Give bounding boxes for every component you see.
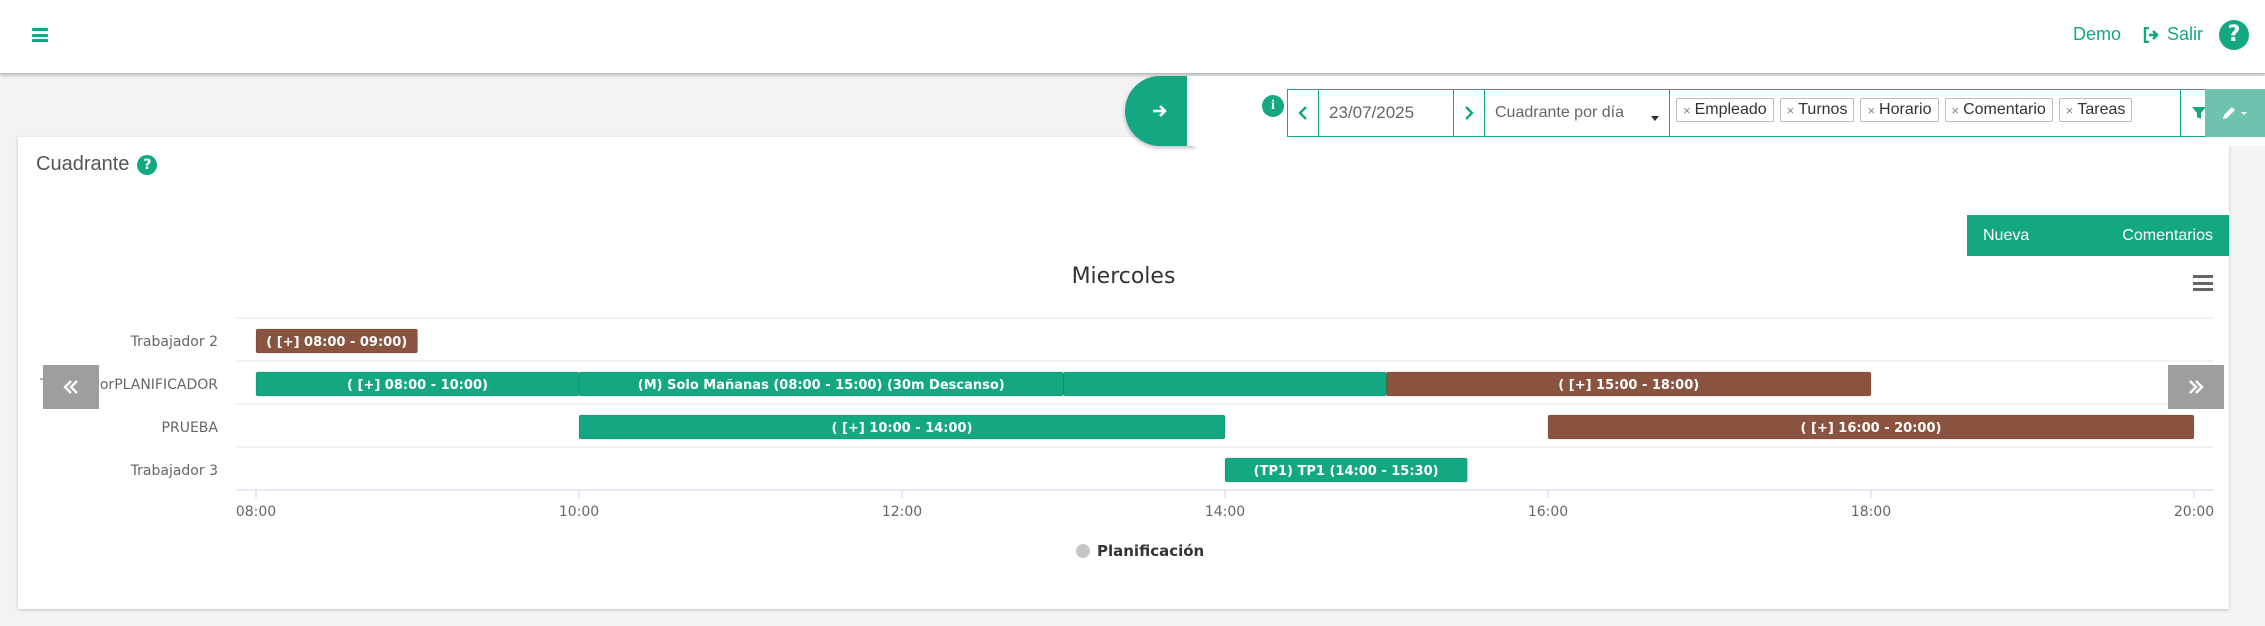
- remove-chip-icon[interactable]: ×: [1952, 103, 1960, 118]
- task-label: ( [+] 08:00 - 09:00): [266, 335, 407, 350]
- task-label: ( [+] 15:00 - 18:00): [1558, 378, 1699, 393]
- x-tick-label: 08:00: [236, 504, 276, 520]
- help-icon[interactable]: ?: [2219, 20, 2249, 50]
- row-label: PRUEBA: [162, 420, 219, 436]
- view-select-value: Cuadrante por día: [1495, 104, 1624, 121]
- remove-chip-icon[interactable]: ×: [2066, 103, 2074, 118]
- remove-chip-icon[interactable]: ×: [1867, 103, 1875, 118]
- x-tick-label: 14:00: [1205, 504, 1245, 520]
- task-label: (M) Solo Mañanas (08:00 - 15:00) (30m De…: [638, 378, 1005, 393]
- view-select[interactable]: Cuadrante por día: [1484, 89, 1670, 137]
- x-tick-label: 18:00: [1851, 504, 1891, 520]
- filter-chip-label: Tareas: [2077, 101, 2126, 118]
- user-name-link[interactable]: Demo: [2073, 24, 2121, 45]
- double-chevron-left-icon: [63, 380, 78, 394]
- apply-button[interactable]: [1125, 76, 1195, 146]
- task-label: (TP1) TP1 (14:00 - 15:30): [1254, 464, 1439, 479]
- filter-chip-label: Empleado: [1694, 101, 1767, 118]
- caret-down-icon: [1651, 116, 1659, 121]
- legend-item-planificacion[interactable]: Planificación: [1076, 542, 1204, 560]
- x-tick-label: 20:00: [2174, 504, 2214, 520]
- date-input[interactable]: 23/07/2025: [1318, 89, 1454, 137]
- filter-chip[interactable]: × Turnos: [1779, 98, 1855, 122]
- cuadrante-card: Cuadrante ? Nueva Petición Comentarios M…: [18, 137, 2229, 609]
- legend-marker: [1076, 544, 1090, 558]
- info-icon[interactable]: i: [1262, 95, 1284, 117]
- prev-date-button[interactable]: [1287, 89, 1319, 137]
- scroll-left-button[interactable]: [43, 365, 99, 409]
- task-label: ( [+] 10:00 - 14:00): [832, 421, 973, 436]
- filter-chip-label: Turnos: [1798, 101, 1848, 118]
- arrow-right-icon: [1153, 105, 1167, 117]
- column-filter-box[interactable]: × Empleado × Turnos × Horario × Comentario × Tare…: [1669, 89, 2181, 137]
- task-bar[interactable]: [1063, 371, 1387, 397]
- x-tick-label: 12:00: [882, 504, 922, 520]
- menu-toggle-icon[interactable]: [32, 28, 48, 42]
- filter-chip-label: Horario: [1879, 101, 1932, 118]
- edit-button[interactable]: [2205, 89, 2265, 137]
- filter-chip-label: Comentario: [1963, 101, 2046, 118]
- filter-chip[interactable]: × Empleado: [1676, 98, 1774, 122]
- toolbar-panel: i 23/07/2025 Cuadrante por día × Empleado…: [1187, 76, 2265, 146]
- logout-label: Salir: [2167, 24, 2204, 44]
- x-tick-label: 10:00: [559, 504, 599, 520]
- filter-chip-list: × Empleado × Turnos × Horario × Comentario × Tare…: [1670, 90, 2180, 130]
- remove-chip-icon[interactable]: ×: [1683, 103, 1691, 118]
- x-tick-label: 16:00: [1528, 504, 1568, 520]
- task-label: ( [+] 08:00 - 10:00): [347, 378, 488, 393]
- filter-toolbar: i 23/07/2025 Cuadrante por día × Empleado…: [1125, 76, 2265, 146]
- logout-button[interactable]: Salir: [2143, 24, 2203, 45]
- chevron-left-icon: [1298, 106, 1307, 120]
- double-chevron-right-icon: [2189, 380, 2204, 394]
- remove-chip-icon[interactable]: ×: [1787, 103, 1795, 118]
- filter-chip[interactable]: × Comentario: [1944, 98, 2053, 122]
- filter-chip[interactable]: × Tareas: [2058, 98, 2133, 122]
- next-date-button[interactable]: [1453, 89, 1485, 137]
- task-label: ( [+] 16:00 - 20:00): [1801, 421, 1942, 436]
- gantt-chart: Trabajador 2TrabajadorPLANIFICADORPRUEBA…: [39, 317, 2214, 520]
- row-label: Trabajador 2: [130, 334, 218, 350]
- scroll-right-button[interactable]: [2168, 365, 2224, 409]
- row-label: Trabajador 3: [130, 463, 218, 479]
- pencil-icon: [2223, 107, 2247, 119]
- sign-out-icon: [2143, 26, 2159, 43]
- chevron-right-icon: [1465, 106, 1474, 120]
- legend-label: Planificación: [1097, 542, 1205, 560]
- filter-chip[interactable]: × Horario: [1860, 98, 1939, 122]
- top-navbar: Demo Salir ?: [0, 0, 2265, 74]
